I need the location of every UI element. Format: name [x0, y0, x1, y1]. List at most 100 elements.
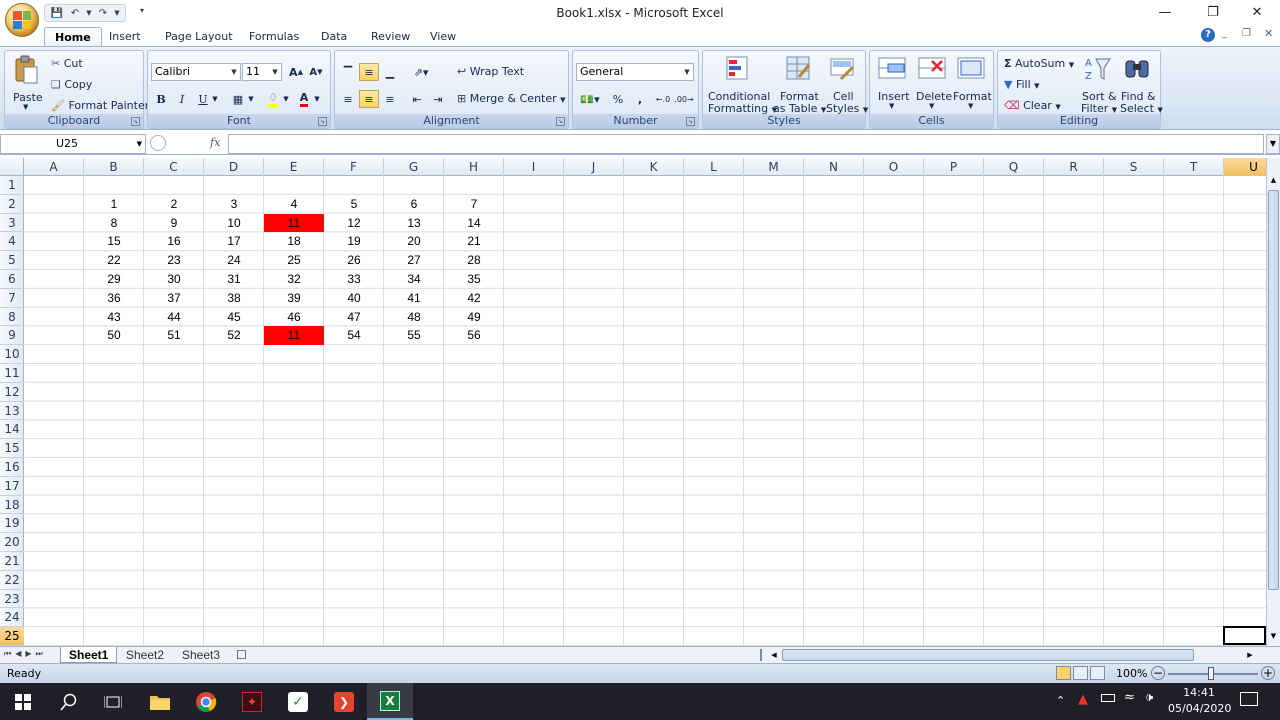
cell-g4[interactable]: 20 [384, 232, 444, 251]
row-header-20[interactable]: 20 [0, 533, 24, 552]
increase-decimal-icon[interactable]: ←.0 [653, 90, 673, 108]
row-header-5[interactable]: 5 [0, 251, 24, 270]
row-header-21[interactable]: 21 [0, 552, 24, 571]
show-hidden-icons[interactable]: ⌃ [1056, 694, 1065, 707]
fill-color-icon[interactable]: ♢ [263, 90, 283, 108]
cell-h7[interactable]: 42 [444, 289, 504, 308]
cell-e6[interactable]: 32 [264, 270, 324, 289]
align-center-icon[interactable]: ≡ [359, 90, 379, 108]
cell-b8[interactable]: 43 [84, 308, 144, 327]
cell-styles-icon[interactable] [829, 55, 855, 84]
font-name-combo[interactable]: Calibri ▼ [151, 63, 241, 81]
number-launcher-icon[interactable]: ↘ [686, 117, 695, 126]
chrome-icon[interactable] [183, 683, 229, 720]
column-header-d[interactable]: D [204, 158, 264, 176]
format-dropdown-icon[interactable]: ▼ [968, 102, 973, 110]
font-size-combo[interactable]: 11 ▼ [242, 63, 282, 81]
increase-indent-icon[interactable]: ⇥ [428, 90, 448, 108]
cell-b7[interactable]: 36 [84, 289, 144, 308]
row-header-3[interactable]: 3 [0, 214, 24, 233]
tab-view[interactable]: View [420, 27, 466, 47]
zoom-level[interactable]: 100% [1116, 667, 1147, 680]
row-header-8[interactable]: 8 [0, 308, 24, 327]
cell-f2[interactable]: 5 [324, 195, 384, 214]
cell-g2[interactable]: 6 [384, 195, 444, 214]
column-header-o[interactable]: O [864, 158, 924, 176]
column-header-t[interactable]: T [1164, 158, 1224, 176]
orientation-icon[interactable]: ⇗▾ [407, 63, 435, 81]
cell-c4[interactable]: 16 [144, 232, 204, 251]
cell-c8[interactable]: 44 [144, 308, 204, 327]
paste-dropdown-icon[interactable]: ▼ [23, 103, 28, 111]
cell-c3[interactable]: 9 [144, 214, 204, 233]
close-button[interactable]: ✕ [1234, 0, 1280, 24]
cell-h6[interactable]: 35 [444, 270, 504, 289]
shrink-font-button[interactable]: A ▼ [306, 63, 326, 81]
column-header-r[interactable]: R [1044, 158, 1104, 176]
windows-start-icon[interactable] [0, 683, 46, 720]
cell-g8[interactable]: 48 [384, 308, 444, 327]
alignment-launcher-icon[interactable]: ↘ [556, 117, 565, 126]
cell-f5[interactable]: 26 [324, 251, 384, 270]
redo-dropdown-icon[interactable]: ▼ [113, 6, 121, 20]
tab-data[interactable]: Data [311, 27, 357, 47]
borders-icon[interactable]: ▦ [228, 90, 248, 108]
cell-d2[interactable]: 3 [204, 195, 264, 214]
delete-dropdown-icon[interactable]: ▼ [929, 102, 934, 110]
horizontal-scroll-thumb[interactable] [782, 649, 1194, 661]
column-header-i[interactable]: I [504, 158, 564, 176]
row-header-4[interactable]: 4 [0, 232, 24, 252]
cell-b4[interactable]: 15 [84, 232, 144, 251]
redo-icon[interactable]: ↷ [95, 6, 111, 20]
cell-b9[interactable]: 50 [84, 326, 144, 345]
clock-date[interactable]: 05/04/2020 [1168, 702, 1231, 715]
excel-taskbar-icon[interactable]: X [367, 683, 413, 720]
active-cell-cursor[interactable] [1223, 626, 1266, 645]
clipboard-launcher-icon[interactable]: ↘ [131, 117, 140, 126]
tab-home[interactable]: Home [44, 27, 102, 48]
cell-d5[interactable]: 24 [204, 251, 264, 270]
column-header-h[interactable]: H [444, 158, 504, 176]
cell-g7[interactable]: 41 [384, 289, 444, 308]
row-header-6[interactable]: 6 [0, 270, 24, 289]
decrease-decimal-icon[interactable]: .00→ [674, 90, 694, 108]
zoom-out-icon[interactable]: − [1151, 666, 1165, 680]
cell-g6[interactable]: 34 [384, 270, 444, 289]
cell-d4[interactable]: 17 [204, 232, 264, 251]
column-header-c[interactable]: C [144, 158, 204, 176]
decrease-indent-icon[interactable]: ⇤ [407, 90, 427, 108]
cell-c5[interactable]: 23 [144, 251, 204, 270]
conditional-formatting-icon[interactable] [725, 55, 751, 84]
wifi-icon[interactable]: ≈ [1124, 690, 1135, 705]
page-layout-view-icon[interactable] [1073, 666, 1088, 680]
customize-qat-icon[interactable]: ▾ [140, 6, 144, 15]
zoom-in-icon[interactable]: + [1261, 666, 1275, 680]
cell-h9[interactable]: 56 [444, 326, 504, 345]
row-header-11[interactable]: 11 [0, 364, 24, 383]
row-header-23[interactable]: 23 [0, 590, 24, 609]
sheet-tab-1[interactable]: Sheet1 [60, 647, 118, 663]
column-header-a[interactable]: A [24, 158, 84, 176]
delete-cells-icon[interactable] [918, 56, 946, 83]
scroll-up-icon[interactable]: ▲ [1267, 176, 1280, 188]
paste-icon[interactable] [13, 55, 39, 85]
column-header-k[interactable]: K [624, 158, 684, 176]
office-button[interactable] [5, 3, 39, 37]
row-header-13[interactable]: 13 [0, 402, 24, 421]
column-header-n[interactable]: N [804, 158, 864, 176]
cell-e3[interactable]: 11 [264, 213, 324, 233]
row-header-25[interactable]: 25 [0, 627, 24, 646]
tray-app-icon[interactable]: ▲ [1078, 692, 1088, 707]
column-header-g[interactable]: G [384, 158, 444, 176]
volume-icon[interactable]: 🕩 [1145, 690, 1153, 705]
scroll-down-icon[interactable]: ▼ [1267, 632, 1280, 644]
percent-button[interactable]: % [608, 90, 628, 108]
row-header-9[interactable]: 9 [0, 326, 24, 346]
cell-b5[interactable]: 22 [84, 251, 144, 270]
format-as-table-icon[interactable] [785, 55, 811, 84]
save-icon[interactable]: 💾 [49, 6, 65, 20]
column-header-f[interactable]: F [324, 158, 384, 176]
formula-input[interactable] [228, 134, 1264, 154]
clock-time[interactable]: 14:41 [1168, 686, 1230, 699]
page-break-view-icon[interactable] [1090, 666, 1105, 680]
